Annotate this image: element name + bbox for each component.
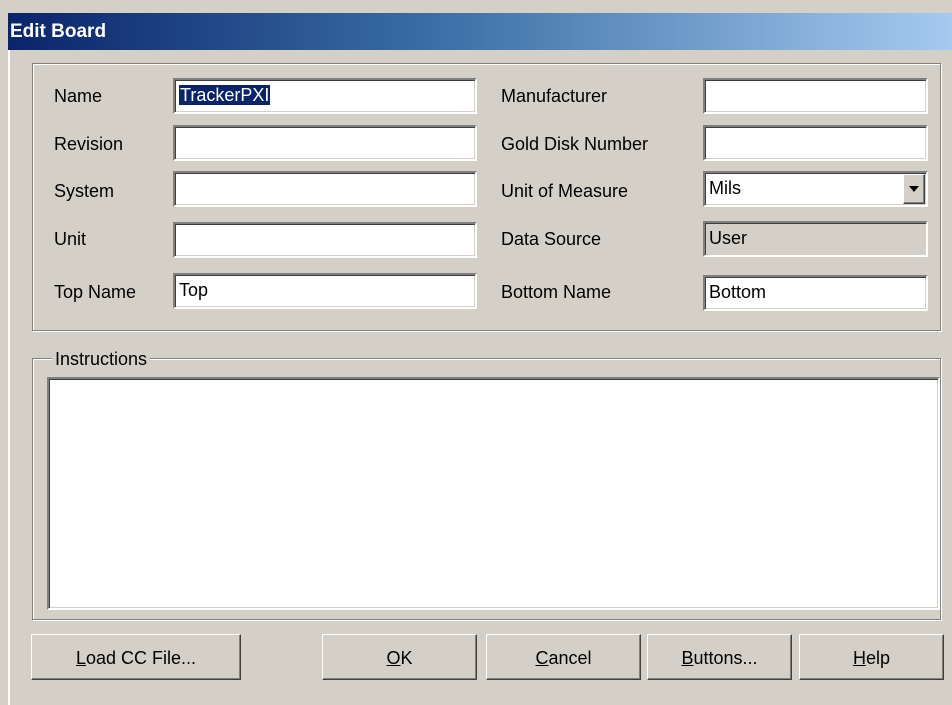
- manufacturer-field[interactable]: [703, 78, 928, 114]
- unit-field[interactable]: [173, 222, 477, 258]
- unit-of-measure-select[interactable]: Mils: [703, 171, 928, 207]
- data-source-field: User: [703, 221, 928, 257]
- load-cc-file-accel: L: [75, 648, 86, 668]
- ok-accel: O: [386, 648, 401, 668]
- name-selected-text: TrackerPXI: [179, 85, 271, 105]
- cancel-accel: C: [535, 648, 549, 668]
- unit-of-measure-value: Mils: [709, 178, 741, 198]
- revision-label: Revision: [54, 134, 124, 154]
- cancel-label: ancel: [548, 648, 592, 668]
- load-cc-file-button[interactable]: Load CC File...: [31, 634, 241, 680]
- window-left-border: [8, 50, 10, 705]
- buttons-accel: B: [681, 648, 694, 668]
- chevron-down-icon[interactable]: [903, 174, 925, 204]
- buttons-button[interactable]: Buttons...: [647, 634, 792, 680]
- cancel-button[interactable]: Cancel: [486, 634, 641, 680]
- revision-field[interactable]: [173, 125, 477, 161]
- help-label: elp: [865, 648, 891, 668]
- top-name-label: Top Name: [54, 282, 137, 302]
- bottom-name-field[interactable]: Bottom: [703, 275, 928, 311]
- unit-label: Unit: [54, 229, 87, 249]
- help-button[interactable]: Help: [799, 634, 944, 680]
- manufacturer-label: Manufacturer: [501, 86, 608, 106]
- load-cc-file-label: oad CC File...: [85, 648, 197, 668]
- top-name-field[interactable]: Top: [173, 273, 477, 309]
- unit-of-measure-label: Unit of Measure: [501, 181, 629, 201]
- title-bar[interactable]: Edit Board: [8, 13, 952, 50]
- name-label: Name: [54, 86, 103, 106]
- gold-disk-number-label: Gold Disk Number: [501, 134, 649, 154]
- help-accel: H: [852, 648, 866, 668]
- system-field[interactable]: [173, 171, 477, 207]
- buttons-label: uttons...: [693, 648, 758, 668]
- instructions-textarea[interactable]: [47, 377, 940, 610]
- gold-disk-number-field[interactable]: [703, 125, 928, 161]
- window-title: Edit Board: [10, 21, 107, 42]
- system-label: System: [54, 181, 115, 201]
- name-field[interactable]: TrackerPXI: [173, 78, 477, 114]
- data-source-label: Data Source: [501, 229, 602, 249]
- ok-label: K: [400, 648, 413, 668]
- bottom-name-label: Bottom Name: [501, 282, 612, 302]
- ok-button[interactable]: OK: [322, 634, 477, 680]
- instructions-legend: Instructions: [52, 349, 151, 370]
